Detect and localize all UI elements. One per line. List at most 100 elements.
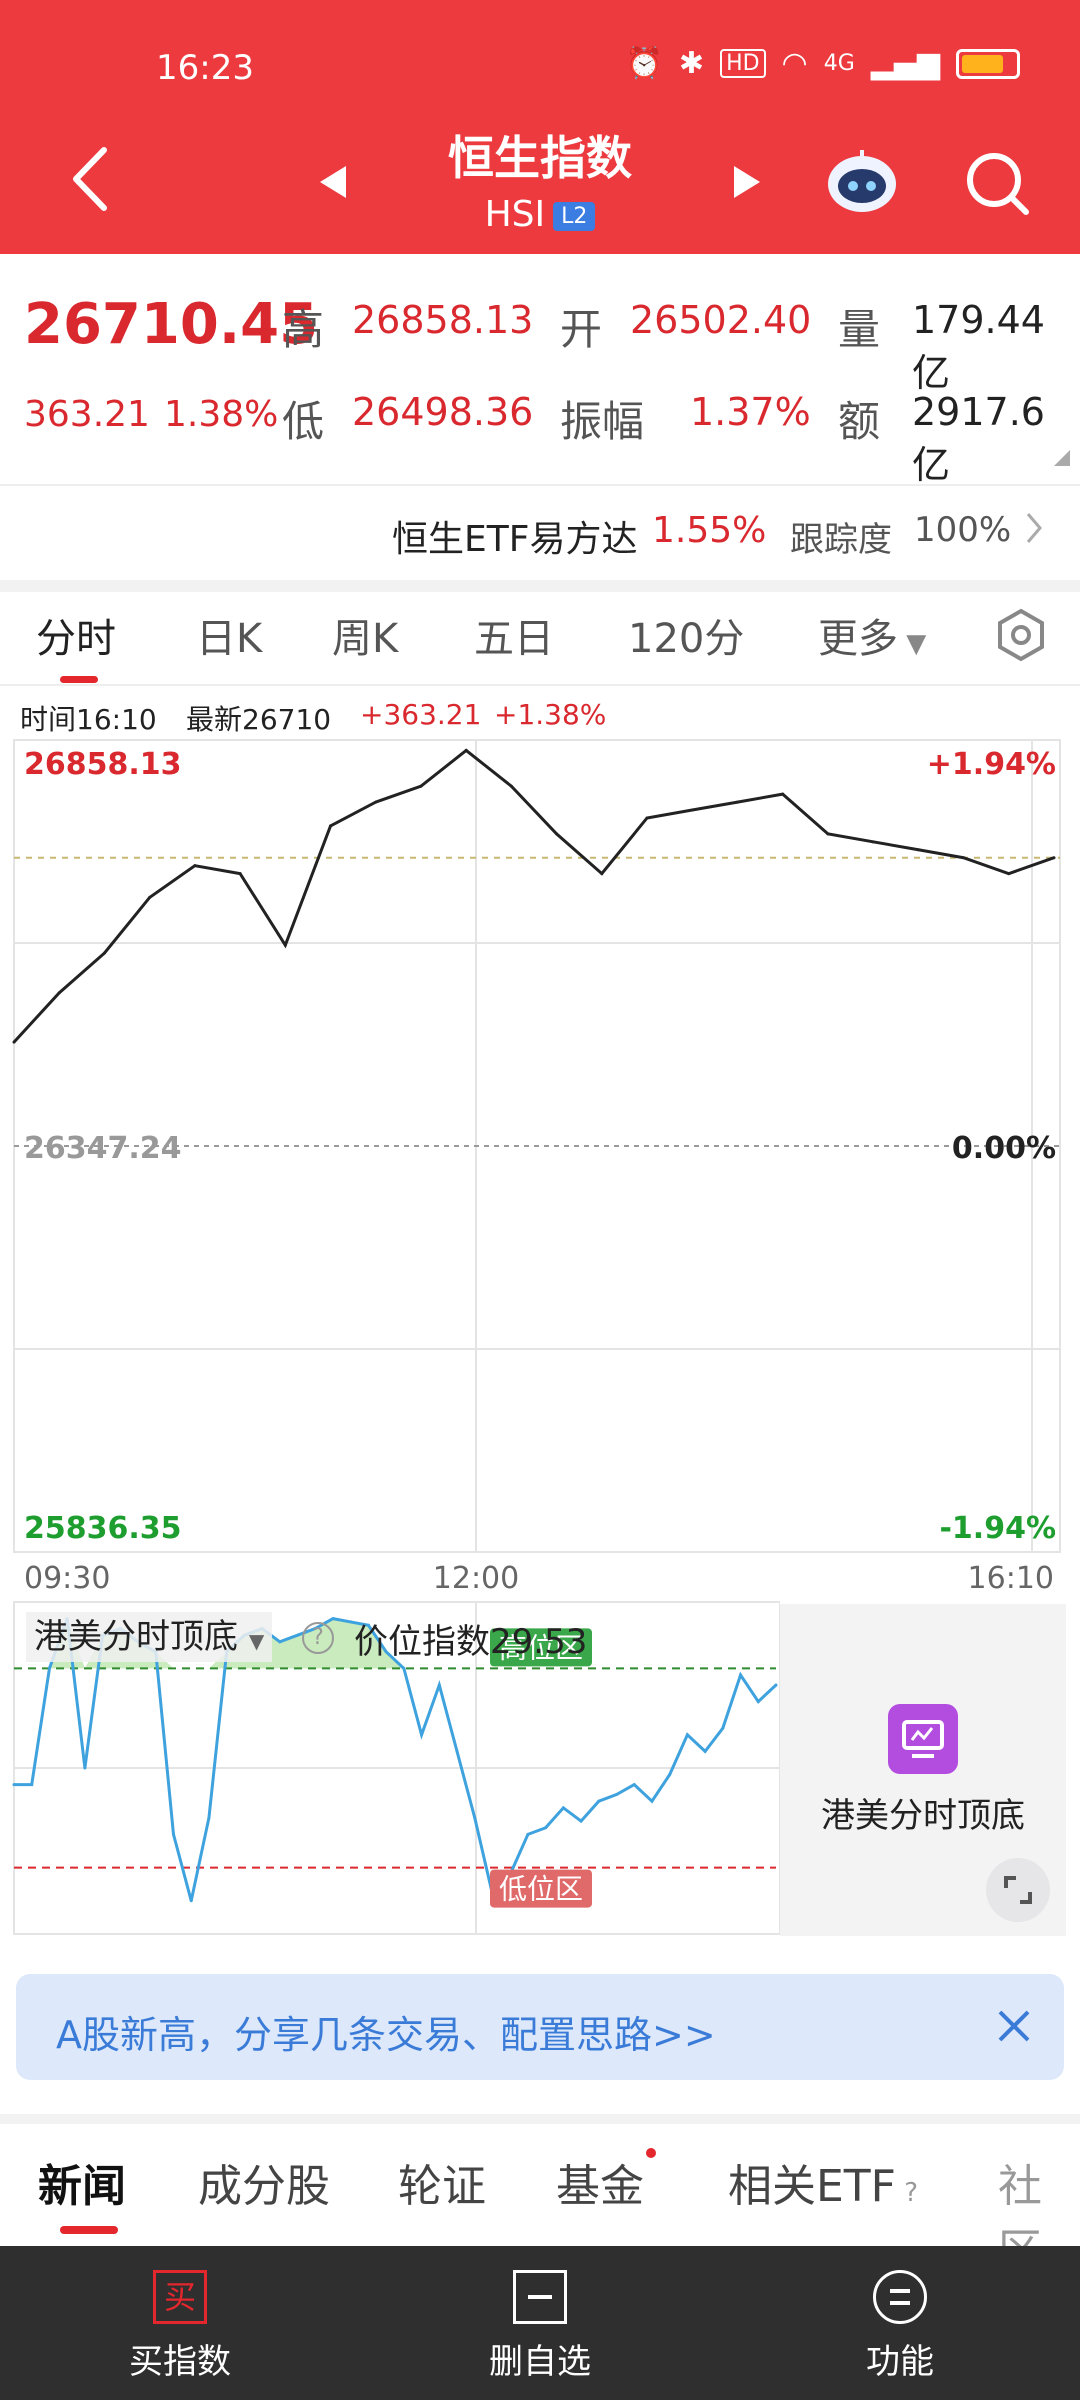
indicator-index-label: 价位指数29.53 bbox=[354, 1622, 588, 1662]
tab-underline bbox=[60, 676, 98, 683]
indicator-point bbox=[331, 1617, 335, 1621]
indicator-panel-name: 港美分时顶底 bbox=[821, 1796, 1025, 1836]
low-zone-label: 低位区 bbox=[499, 1873, 583, 1906]
indicator-point bbox=[721, 1726, 725, 1730]
expand-corner-icon[interactable] bbox=[1054, 450, 1070, 466]
buy-index-button[interactable]: 买 买指数 bbox=[80, 2246, 280, 2400]
bluetooth-icon: ✱ bbox=[678, 46, 705, 81]
indicator-point bbox=[739, 1673, 743, 1677]
price-point bbox=[509, 784, 513, 788]
tab-warrants[interactable]: 轮证 bbox=[398, 2150, 486, 2214]
price-point bbox=[645, 816, 649, 820]
indicator-point bbox=[12, 1783, 16, 1787]
x-tick-label: 09:30 bbox=[24, 1561, 110, 1596]
price-point bbox=[329, 824, 333, 828]
price-point bbox=[555, 832, 559, 836]
status-time: 16:23 bbox=[156, 48, 254, 88]
indicator-point bbox=[756, 1700, 760, 1704]
percent-tick-label: 0.00% bbox=[952, 1131, 1056, 1166]
price-point bbox=[238, 872, 242, 876]
indicator-point bbox=[189, 1899, 193, 1903]
help-icon: ? bbox=[896, 2178, 919, 2208]
indicator-chart-icon bbox=[888, 1704, 958, 1774]
fullscreen-icon[interactable] bbox=[986, 1858, 1050, 1922]
intraday-chart[interactable]: 26858.13 26347.24 25836.35 +1.94% 0.00% -1.94… bbox=[0, 736, 1080, 1596]
tab-more[interactable]: 更多 ▼ bbox=[818, 606, 926, 664]
tab-funds[interactable]: 基金 bbox=[556, 2150, 644, 2214]
etf-percent: 1.55% bbox=[652, 510, 767, 551]
tab-intraday[interactable]: 分时 bbox=[36, 606, 116, 664]
high-value: 26858.13 bbox=[352, 298, 534, 342]
indicator-title-box[interactable]: 港美分时顶底 ▼ bbox=[26, 1612, 273, 1662]
status-icons: ⏰ ✱ HD ◠ 4G ▂▄▆ bbox=[626, 46, 1020, 81]
index-code: HSI L2 bbox=[0, 194, 1080, 235]
banner-text: A股新高，分享几条交易、配置思路>> bbox=[56, 2013, 716, 2057]
tab-daily-k[interactable]: 日K bbox=[196, 606, 262, 664]
functions-label: 功能 bbox=[866, 2342, 934, 2382]
price-point bbox=[283, 943, 287, 947]
header: 16:23 ⏰ ✱ HD ◠ 4G ▂▄▆ 恒生指数 HSI L2 bbox=[0, 0, 1080, 254]
next-index-icon[interactable] bbox=[732, 164, 762, 204]
tab-constituents[interactable]: 成分股 bbox=[198, 2150, 330, 2214]
y-tick-label: 25836.35 bbox=[24, 1511, 182, 1546]
indicator-point bbox=[668, 1773, 672, 1777]
open-value: 26502.40 bbox=[630, 298, 812, 342]
chart-latest: 最新26710 bbox=[186, 703, 332, 736]
menu-icon bbox=[873, 2270, 927, 2324]
price-point bbox=[781, 792, 785, 796]
promo-banner[interactable]: A股新高，分享几条交易、配置思路>> bbox=[16, 1974, 1064, 2080]
volume-value: 179.44亿 bbox=[912, 298, 1045, 395]
price-point bbox=[374, 800, 378, 804]
indicator-side-panel[interactable]: 港美分时顶底 bbox=[780, 1604, 1066, 1936]
indicator-point bbox=[650, 1799, 654, 1803]
indicator-point bbox=[47, 1666, 51, 1670]
etf-bar[interactable]: 恒生ETF易方达 1.55% 跟踪度 100% bbox=[0, 486, 1080, 580]
etf-name: 恒生ETF易方达 bbox=[392, 519, 638, 560]
close-icon[interactable] bbox=[994, 2006, 1034, 2050]
robot-assistant-icon[interactable] bbox=[824, 146, 900, 220]
indicator-point bbox=[703, 1749, 707, 1753]
indicator-point bbox=[278, 1640, 282, 1644]
chart-change: +363.21 bbox=[360, 698, 482, 731]
price-point bbox=[871, 840, 875, 844]
volume-label: 量 bbox=[838, 305, 881, 354]
settings-icon[interactable] bbox=[994, 608, 1048, 666]
price-point bbox=[193, 864, 197, 868]
battery-icon bbox=[956, 48, 1020, 79]
indicator-point bbox=[30, 1783, 34, 1787]
tab-weekly-k[interactable]: 周K bbox=[332, 606, 398, 664]
price-point bbox=[1052, 856, 1056, 860]
open-label: 开 bbox=[560, 305, 603, 354]
indicator-point bbox=[615, 1793, 619, 1797]
indicator-point bbox=[171, 1832, 175, 1836]
chart-change-percent: +1.38% bbox=[494, 698, 607, 731]
low-label: 低 bbox=[282, 397, 325, 446]
remove-watchlist-button[interactable]: 删自选 bbox=[440, 2246, 640, 2400]
price-point bbox=[600, 872, 604, 876]
indicator-point bbox=[207, 1816, 211, 1820]
alarm-icon: ⏰ bbox=[625, 46, 663, 81]
tab-news[interactable]: 新闻 bbox=[38, 2150, 126, 2214]
tab-related-etf[interactable]: 相关ETF ? bbox=[728, 2150, 918, 2214]
indicator-point bbox=[632, 1783, 636, 1787]
hd-icon: HD bbox=[720, 49, 766, 78]
amount-label: 额 bbox=[838, 397, 881, 446]
chevron-right-icon bbox=[1024, 510, 1044, 550]
tracking-label: 跟踪度 bbox=[790, 520, 892, 560]
tracking-value: 100% bbox=[914, 510, 1012, 550]
price-point bbox=[690, 808, 694, 812]
indicator-point bbox=[526, 1832, 530, 1836]
indicator-point bbox=[597, 1799, 601, 1803]
indicator-title: 港美分时顶底 bbox=[34, 1617, 238, 1657]
search-icon[interactable] bbox=[964, 150, 1030, 220]
wifi-icon: ◠ bbox=[781, 46, 808, 81]
tab-five-day[interactable]: 五日 bbox=[474, 606, 554, 664]
help-icon[interactable]: ? bbox=[302, 1622, 334, 1654]
y-tick-label: 26858.13 bbox=[24, 747, 182, 782]
functions-button[interactable]: 功能 bbox=[800, 2246, 1000, 2400]
indicator-point bbox=[437, 1683, 441, 1687]
dropdown-icon: ▼ bbox=[898, 629, 927, 659]
indicator-point bbox=[473, 1816, 477, 1820]
tab-120min[interactable]: 120分 bbox=[628, 606, 744, 664]
signal-bars-icon: ▂▄▆ bbox=[870, 46, 940, 81]
